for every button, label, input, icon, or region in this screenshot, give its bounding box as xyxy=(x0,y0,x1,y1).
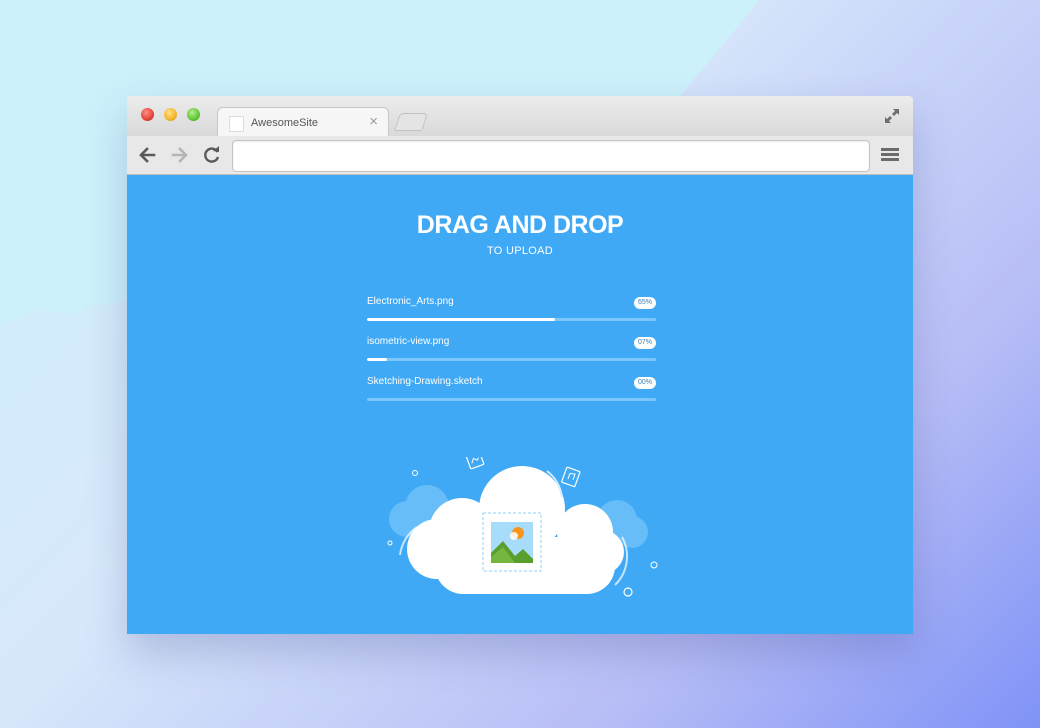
progress-bar xyxy=(367,398,656,401)
menu-icon[interactable] xyxy=(881,148,899,162)
new-tab-button[interactable] xyxy=(394,113,428,131)
title-bar: AwesomeSite × xyxy=(127,96,913,137)
progress-bar xyxy=(367,318,656,321)
floating-image-file-icon xyxy=(464,457,485,470)
zoom-window-button[interactable] xyxy=(187,108,200,121)
page-title: DRAG AND DROP xyxy=(416,211,624,239)
progress-percent-badge: 07% xyxy=(633,337,656,349)
reload-icon[interactable] xyxy=(202,145,222,165)
floating-music-file-icon xyxy=(561,466,581,488)
back-arrow-icon[interactable] xyxy=(137,145,157,165)
upload-item: Electronic_Arts.png 65% xyxy=(367,296,656,336)
progress-percent-badge: 00% xyxy=(633,377,656,389)
file-name: Electronic_Arts.png xyxy=(367,296,454,307)
favicon-icon xyxy=(229,116,244,132)
upload-page[interactable]: DRAG AND DROP TO UPLOAD Electronic_Arts.… xyxy=(127,175,913,634)
upload-list: Electronic_Arts.png 65% isometric-view.p… xyxy=(367,296,656,416)
progress-fill xyxy=(367,358,388,361)
progress-bar xyxy=(367,358,656,361)
tab-close-icon[interactable]: × xyxy=(369,113,378,130)
fullscreen-icon[interactable] xyxy=(883,107,901,125)
image-file-icon xyxy=(491,522,533,563)
forward-arrow-icon[interactable] xyxy=(170,145,190,165)
upload-item: Sketching-Drawing.sketch 00% xyxy=(367,376,656,416)
progress-percent-badge: 65% xyxy=(633,297,656,309)
tab-title: AwesomeSite xyxy=(251,117,319,129)
tab-awesomesite[interactable]: AwesomeSite × xyxy=(217,107,389,137)
file-name: Sketching-Drawing.sketch xyxy=(367,376,483,387)
upload-item: isometric-view.png 07% xyxy=(367,336,656,376)
page-subtitle: TO UPLOAD xyxy=(486,245,554,257)
minimize-window-button[interactable] xyxy=(164,108,177,121)
close-window-button[interactable] xyxy=(141,108,154,121)
browser-window: AwesomeSite × DRAG AND DROP TO UPLOAD El… xyxy=(127,96,913,634)
progress-fill xyxy=(367,318,555,321)
file-name: isometric-view.png xyxy=(367,336,450,347)
address-bar[interactable] xyxy=(232,140,870,172)
toolbar xyxy=(127,136,913,175)
cloud-upload-illustration[interactable] xyxy=(377,457,667,617)
